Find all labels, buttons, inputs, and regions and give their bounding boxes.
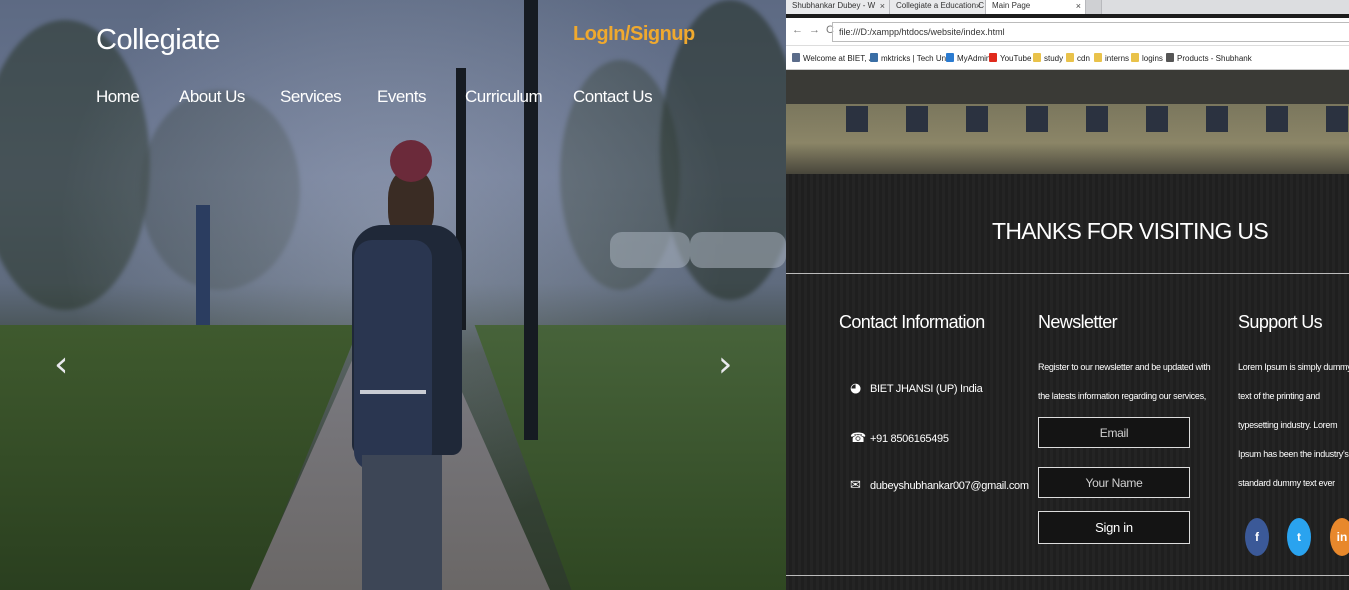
bookmarks-bar: Welcome at BIET, Jh mktricks | Tech Unle… xyxy=(786,46,1349,70)
phone-text: +91 8506165495 xyxy=(870,433,949,445)
nav-services[interactable]: Services xyxy=(280,87,342,107)
footer: THANKS FOR VISITING US Contact Informati… xyxy=(786,174,1349,590)
email-field[interactable] xyxy=(1038,417,1190,448)
new-tab-button[interactable] xyxy=(1086,0,1102,14)
main-nav: Home About Us Services Events Curriculum… xyxy=(0,87,786,111)
chevron-left-icon[interactable]: ‹ xyxy=(54,344,68,385)
tab-bar: Shubhankar Dubey - W × Collegiate a Educ… xyxy=(786,0,1349,14)
bookmark-item[interactable]: YouTube xyxy=(989,53,1031,63)
bookmark-item[interactable]: Products - Shubhank xyxy=(1166,53,1252,63)
browser-tab-active[interactable]: Main Page × xyxy=(986,0,1086,14)
name-field[interactable] xyxy=(1038,467,1190,498)
globe-icon: ◕ xyxy=(850,381,862,396)
browser-window: Shubhankar Dubey - W × Collegiate a Educ… xyxy=(786,0,1349,590)
folder-icon xyxy=(1094,53,1102,62)
hero-slider: Collegiate LogIn/Signup Home About Us Se… xyxy=(0,0,786,590)
address-bar: ←→C file:///D:/xampp/htdocs/website/inde… xyxy=(786,18,1349,46)
folder-icon xyxy=(1066,53,1074,62)
browser-tab[interactable]: Collegiate a Education C × xyxy=(890,0,986,14)
bookmark-label: YouTube xyxy=(1000,54,1032,63)
bookmark-label: study xyxy=(1044,54,1064,63)
close-icon[interactable]: × xyxy=(1076,0,1081,12)
url-field[interactable]: file:///D:/xampp/htdocs/website/index.ht… xyxy=(832,22,1349,42)
bookmark-item[interactable]: Welcome at BIET, Jh xyxy=(792,53,877,63)
divider xyxy=(786,575,1349,576)
tab-label: Collegiate a Education C xyxy=(896,1,985,10)
bookmark-item[interactable]: logins xyxy=(1131,53,1163,63)
bookmark-label: logins xyxy=(1142,54,1163,63)
chevron-right-icon[interactable]: › xyxy=(718,344,732,385)
email-text[interactable]: dubeyshubhankar007@gmail.com xyxy=(870,480,1029,492)
contact-address: ◕ BIET JHANSI (UP) India xyxy=(850,381,983,396)
support-title: Support Us xyxy=(1238,312,1323,332)
envelope-icon: ✉ xyxy=(850,478,861,493)
bookmark-label: mktricks | Tech Unle xyxy=(881,54,953,63)
twitter-icon[interactable]: t xyxy=(1287,518,1311,556)
bookmark-item[interactable]: study xyxy=(1033,53,1063,63)
sign-in-button[interactable]: Sign in xyxy=(1038,511,1190,544)
bookmark-label: interns xyxy=(1105,54,1130,63)
bookmark-label: cdn xyxy=(1077,54,1090,63)
bookmark-label: Welcome at BIET, Jh xyxy=(803,54,878,63)
parked-car xyxy=(610,232,690,268)
site-logo[interactable]: Collegiate xyxy=(96,24,220,57)
divider xyxy=(786,273,1349,274)
youtube-icon xyxy=(989,53,997,62)
contact-title: Contact Information xyxy=(839,312,985,332)
bookmark-item[interactable]: cdn xyxy=(1066,53,1090,63)
phone-icon: ☎ xyxy=(850,431,866,446)
support-text: Lorem Ipsum is simply dummy text of the … xyxy=(1238,362,1349,488)
blue-post xyxy=(196,205,210,325)
parked-car xyxy=(690,232,786,268)
student-figure xyxy=(352,140,462,590)
nav-home[interactable]: Home xyxy=(96,87,140,107)
footer-heading: THANKS FOR VISITING US xyxy=(992,218,1269,244)
folder-icon xyxy=(1131,53,1139,62)
close-icon[interactable]: × xyxy=(880,0,885,12)
bookmark-item[interactable]: MyAdmin xyxy=(946,53,990,63)
nav-curriculum[interactable]: Curriculum xyxy=(465,87,543,107)
nav-events[interactable]: Events xyxy=(377,87,426,107)
login-signup-link[interactable]: LogIn/Signup xyxy=(573,23,695,46)
linkedin-icon[interactable]: in xyxy=(1330,518,1349,556)
tab-label: Shubhankar Dubey - W xyxy=(792,1,876,10)
product-icon xyxy=(1166,53,1174,62)
tab-label: Main Page xyxy=(992,1,1031,10)
nav-contact-us[interactable]: Contact Us xyxy=(573,87,653,107)
folder-icon xyxy=(1033,53,1041,62)
lamp-post xyxy=(524,0,538,440)
contact-phone: ☎ +91 8506165495 xyxy=(850,431,949,446)
nav-about-us[interactable]: About Us xyxy=(179,87,245,107)
bookmark-item[interactable]: mktricks | Tech Unle xyxy=(870,53,952,63)
contact-email: ✉ dubeyshubhankar007@gmail.com xyxy=(850,478,1029,493)
facebook-icon[interactable]: f xyxy=(1245,518,1269,556)
building-banner xyxy=(786,70,1349,174)
close-icon[interactable]: × xyxy=(976,0,981,12)
bookmark-icon xyxy=(946,53,954,62)
address-text: BIET JHANSI (UP) India xyxy=(870,383,983,395)
newsletter-title: Newsletter xyxy=(1038,312,1118,332)
browser-tab[interactable]: Shubhankar Dubey - W × xyxy=(786,0,890,14)
bookmark-icon xyxy=(792,53,800,62)
bookmark-label: Products - Shubhank xyxy=(1177,54,1252,63)
bookmark-label: MyAdmin xyxy=(957,54,991,63)
bookmark-icon xyxy=(870,53,878,62)
bookmark-item[interactable]: interns xyxy=(1094,53,1129,63)
